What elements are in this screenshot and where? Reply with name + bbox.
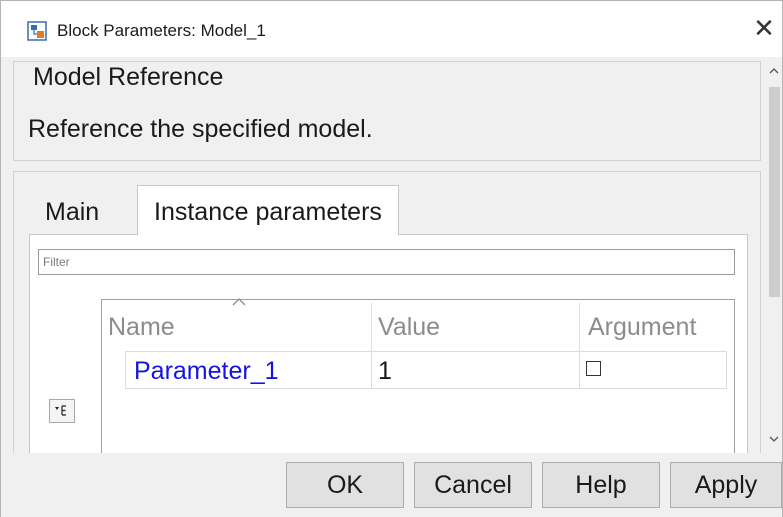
apply-button[interactable]: Apply — [670, 462, 782, 508]
cell-divider — [371, 352, 372, 388]
help-button[interactable]: Help — [542, 462, 660, 508]
list-view-icon — [55, 405, 66, 416]
block-description: Reference the specified model. — [28, 115, 373, 143]
cancel-button[interactable]: Cancel — [414, 462, 532, 508]
column-header-argument[interactable]: Argument — [588, 313, 696, 342]
window-title: Block Parameters: Model_1 — [57, 21, 266, 40]
tab-instance-parameters[interactable]: Instance parameters — [137, 185, 399, 235]
argument-checkbox[interactable] — [586, 361, 601, 376]
scroll-up-arrow-icon[interactable] — [766, 63, 782, 79]
filter-input[interactable] — [38, 249, 735, 275]
list-view-button[interactable] — [49, 399, 75, 423]
close-button[interactable]: ✕ — [748, 13, 780, 45]
block-parameters-dialog: Block Parameters: Model_1 ✕ Model Refere… — [0, 0, 783, 517]
ok-button[interactable]: OK — [286, 462, 404, 508]
close-icon[interactable]: ✕ — [753, 14, 775, 44]
scroll-down-arrow-icon[interactable] — [766, 431, 782, 447]
sort-ascending-icon[interactable] — [231, 297, 247, 307]
block-type-heading: Model Reference — [31, 63, 226, 92]
parameter-name-cell[interactable]: Parameter_1 — [134, 357, 279, 386]
column-header-value[interactable]: Value — [378, 313, 440, 342]
tab-main[interactable]: Main — [31, 189, 113, 235]
block-parameters-icon — [27, 21, 47, 41]
column-divider — [579, 303, 580, 351]
cell-divider — [579, 352, 580, 388]
parameter-value-cell[interactable]: 1 — [378, 357, 392, 386]
column-header-name[interactable]: Name — [108, 313, 175, 342]
scrollbar-thumb[interactable] — [769, 87, 780, 297]
column-divider — [371, 303, 372, 351]
